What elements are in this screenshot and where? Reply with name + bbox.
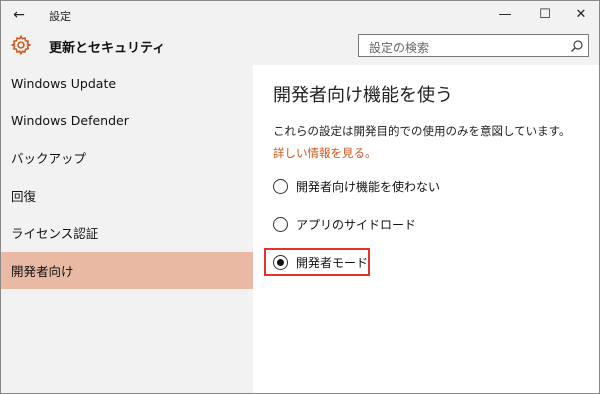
page-title: 開発者向け機能を使う (273, 85, 453, 106)
sidebar-item-backup[interactable]: バックアップ (1, 139, 253, 176)
radio-button[interactable] (273, 216, 288, 232)
close-button[interactable]: ✕ (563, 1, 599, 28)
sidebar-item-recovery[interactable]: 回復 (1, 177, 253, 214)
section-title: 更新とセキュリティ (49, 41, 166, 56)
minimize-button[interactable]: — (487, 1, 523, 28)
sidebar-item-windows-defender[interactable]: Windows Defender (1, 102, 253, 139)
learn-more-link[interactable]: 詳しい情報を見る。 (273, 145, 377, 161)
back-arrow-icon: ← (13, 6, 25, 23)
sidebar-item-label: ライセンス認証 (11, 226, 99, 241)
sidebar-item-for-developers[interactable]: 開発者向け (1, 252, 253, 289)
sidebar-item-label: バックアップ (11, 151, 87, 166)
minimize-icon: — (498, 7, 512, 22)
sidebar-item-label: 開発者向け (11, 264, 74, 279)
close-icon: ✕ (575, 7, 587, 22)
radio-option-sideload-apps[interactable]: アプリのサイドロード (273, 213, 416, 235)
sidebar-item-label: Windows Update (11, 76, 117, 91)
maximize-button[interactable]: ☐ (527, 1, 563, 28)
maximize-icon: ☐ (539, 7, 551, 22)
radio-label: アプリのサイドロード (296, 217, 417, 232)
title-bar: ← 設定 — ☐ ✕ (1, 1, 599, 28)
settings-window: ← 設定 — ☐ ✕ 更新とセキュリティ 設定の検索 Windows Updat… (0, 0, 600, 394)
gear-icon (10, 34, 32, 56)
sidebar-item-label: Windows Defender (11, 113, 129, 128)
sidebar-item-label: 回復 (11, 189, 37, 204)
highlight-annotation-box (264, 248, 370, 276)
radio-label: 開発者向け機能を使わない (296, 179, 441, 194)
search-placeholder: 設定の検索 (369, 41, 430, 55)
search-icon[interactable] (570, 39, 584, 53)
sidebar-item-windows-update[interactable]: Windows Update (1, 65, 253, 102)
radio-button[interactable] (273, 178, 288, 194)
radio-option-disable-dev-features[interactable]: 開発者向け機能を使わない (273, 175, 440, 197)
description-text: これらの設定は開発目的での使用のみを意図しています。 (273, 124, 571, 138)
window-title: 設定 (49, 10, 71, 23)
search-input[interactable]: 設定の検索 (358, 34, 589, 57)
back-button[interactable]: ← (1, 1, 37, 28)
content-pane: 開発者向け機能を使う これらの設定は開発目的での使用のみを意図しています。 詳し… (253, 65, 599, 393)
sidebar-item-activation[interactable]: ライセンス認証 (1, 214, 253, 251)
